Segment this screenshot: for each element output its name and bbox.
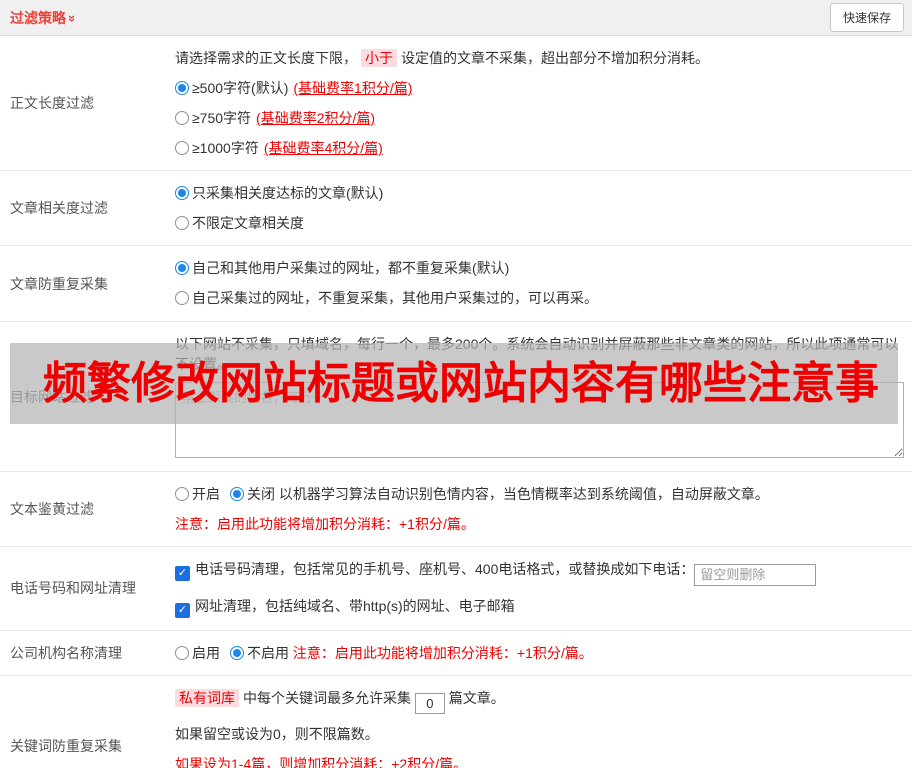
option-label[interactable]: 自己和其他用户采集过的网址，都不重复采集(默认) (192, 260, 509, 276)
row-content: 自己和其他用户采集过的网址，都不重复采集(默认) 自己采集过的网址，不重复采集，… (175, 246, 912, 321)
radio-selected-icon[interactable] (175, 81, 189, 95)
option-label[interactable]: 不限定文章相关度 (192, 215, 304, 231)
porn-cost-note: 注意：启用此功能将增加积分消耗：+1积分/篇。 (175, 516, 475, 532)
relevance-option-strict[interactable]: 只采集相关度达标的文章(默认) (175, 183, 904, 203)
radio-unselected-icon[interactable] (175, 111, 189, 125)
row-label: 电话号码和网址清理 (10, 580, 136, 597)
fee-note: (基础费率1积分/篇) (293, 80, 413, 96)
row-porn-detection: 文本鉴黄过滤 开启 关闭 以机器学习算法自动识别色情内容，当色情概率达到系统阈值，… (0, 472, 912, 547)
row-company-name-cleanup: 公司机构名称清理 启用 不启用 注意：启用此功能将增加积分消耗：+1积分/篇。 (0, 631, 912, 676)
intro-post: 设定值的文章不采集，超出部分不增加积分消耗。 (401, 50, 709, 66)
keyword-limit-tail: 篇文章。 (448, 689, 505, 706)
radio-unselected-icon[interactable] (175, 216, 189, 230)
radio-selected-icon[interactable] (230, 645, 244, 660)
fee-note: (基础费率4积分/篇) (263, 140, 383, 156)
private-lexicon-highlight: 私有词库 (175, 688, 239, 707)
radio-unselected-icon[interactable] (175, 487, 189, 501)
length-option-750[interactable]: ≥750字符 (基础费率2积分/篇) (175, 108, 904, 128)
fee-note: (基础费率2积分/篇) (256, 110, 376, 126)
porn-detection-options: 开启 关闭 以机器学习算法自动识别色情内容，当色情概率达到系统阈值，自动屏蔽文章。 (175, 484, 904, 504)
row-label: 文章防重复采集 (10, 275, 108, 292)
porn-on-label[interactable]: 开启 (192, 486, 220, 502)
phone-cleanup-option[interactable]: ✓ 电话号码清理，包括常见的手机号、座机号、400电话格式，或替换成如下电话： (175, 559, 904, 586)
row-label: 正文长度过滤 (10, 95, 94, 111)
filter-settings-page: 过滤策略» 快速保存 正文长度过滤 请选择需求的正文长度下限， 小于 设定值的文章不… (0, 0, 912, 768)
dedupe-option-own[interactable]: 自己采集过的网址，不重复采集，其他用户采集过的，可以再采。 (175, 288, 904, 308)
porn-desc: 以机器学习算法自动识别色情内容，当色情概率达到系统阈值，自动屏蔽文章。 (278, 486, 769, 502)
porn-off-label[interactable]: 关闭 (247, 486, 275, 502)
row-label: 公司机构名称清理 (10, 644, 122, 661)
row-label: 目标网站过滤 (10, 388, 94, 405)
radio-unselected-icon[interactable] (175, 291, 189, 305)
keyword-limit-line: 私有词库中每个关键词最多允许采集 篇文章。 (175, 688, 904, 714)
less-than-highlight: 小于 (361, 49, 397, 67)
row-content-length-filter: 正文长度过滤 请选择需求的正文长度下限， 小于 设定值的文章不采集，超出部分不增加积… (0, 36, 912, 171)
topbar: 过滤策略» 快速保存 (0, 0, 912, 36)
option-label[interactable]: ≥500字符(默认) (192, 80, 288, 96)
keyword-note-zero: 如果留空或设为0，则不限篇数。 (175, 725, 379, 742)
company-cost-note: 注意：启用此功能将增加积分消耗：+1积分/篇。 (292, 644, 593, 661)
section-title-filter-strategy[interactable]: 过滤策略» (10, 8, 80, 28)
company-cleanup-options: 启用 不启用 注意：启用此功能将增加积分消耗：+1积分/篇。 (175, 643, 904, 663)
section-title-text: 过滤策略 (10, 9, 66, 26)
row-label: 文本鉴黄过滤 (10, 501, 94, 517)
row-content: 私有词库中每个关键词最多允许采集 篇文章。 如果留空或设为0，则不限篇数。 如果… (175, 676, 912, 768)
row-content: 开启 关闭 以机器学习算法自动识别色情内容，当色情概率达到系统阈值，自动屏蔽文章。… (175, 472, 912, 546)
row-content: 以下网站不采集，只填域名，每行一个，最多200个。系统会自动识别并屏蔽那些非文章… (175, 322, 912, 471)
keyword-note-cost: 如果设为1-4篇，则增加积分消耗：+2积分/篇。 (175, 755, 468, 768)
row-label: 关键词防重复采集 (10, 738, 122, 754)
row-phone-url-cleanup: 电话号码和网址清理 ✓ 电话号码清理，包括常见的手机号、座机号、400电话格式，或… (0, 547, 912, 631)
intro-pre: 请选择需求的正文长度下限， (175, 50, 357, 66)
row-target-site-filter: 目标网站过滤 以下网站不采集，只填域名，每行一个，最多200个。系统会自动识别并… (0, 322, 912, 472)
radio-unselected-icon[interactable] (175, 141, 189, 155)
quick-save-button[interactable]: 快速保存 (829, 3, 904, 32)
radio-selected-icon[interactable] (175, 186, 189, 200)
replacement-phone-input[interactable] (694, 563, 817, 586)
checkbox-checked-icon[interactable]: ✓ (175, 566, 190, 581)
keyword-limit-mid: 中每个关键词最多允许采集 (243, 689, 411, 706)
row-content: 请选择需求的正文长度下限， 小于 设定值的文章不采集，超出部分不增加积分消耗。 ≥5… (175, 36, 912, 170)
checkbox-checked-icon[interactable]: ✓ (175, 602, 190, 618)
row-content: 启用 不启用 注意：启用此功能将增加积分消耗：+1积分/篇。 (175, 631, 912, 675)
dedupe-option-global[interactable]: 自己和其他用户采集过的网址，都不重复采集(默认) (175, 258, 904, 278)
option-label[interactable]: ≥750字符 (192, 110, 251, 126)
url-cleanup-label[interactable]: 网址清理，包括纯域名、带http(s)的网址、电子邮箱 (195, 598, 515, 614)
blocked-domains-textarea[interactable] (175, 382, 904, 458)
row-relevance-filter: 文章相关度过滤 只采集相关度达标的文章(默认) 不限定文章相关度 (0, 171, 912, 246)
length-option-1000[interactable]: ≥1000字符 (基础费率4积分/篇) (175, 138, 904, 158)
max-articles-input[interactable] (414, 692, 445, 714)
company-on-label[interactable]: 启用 (192, 645, 220, 661)
chevron-down-icon: » (65, 14, 81, 22)
row-content: 只采集相关度达标的文章(默认) 不限定文章相关度 (175, 171, 912, 245)
radio-selected-icon[interactable] (175, 261, 189, 275)
company-off-label[interactable]: 不启用 (247, 645, 289, 661)
row-keyword-dedupe: 关键词防重复采集 私有词库中每个关键词最多允许采集 篇文章。 如果留空或设为0，… (0, 676, 912, 768)
row-label: 文章相关度过滤 (10, 200, 108, 216)
radio-selected-icon[interactable] (230, 487, 244, 501)
url-cleanup-option[interactable]: ✓ 网址清理，包括纯域名、带http(s)的网址、电子邮箱 (175, 596, 904, 618)
relevance-option-any[interactable]: 不限定文章相关度 (175, 213, 904, 233)
row-anti-duplicate: 文章防重复采集 自己和其他用户采集过的网址，都不重复采集(默认) 自己采集过的网… (0, 246, 912, 322)
row-content: ✓ 电话号码清理，包括常见的手机号、座机号、400电话格式，或替换成如下电话： ✓… (175, 547, 912, 630)
length-option-500[interactable]: ≥500字符(默认) (基础费率1积分/篇) (175, 78, 904, 98)
option-label[interactable]: 自己采集过的网址，不重复采集，其他用户采集过的，可以再采。 (192, 290, 598, 306)
option-label[interactable]: 只采集相关度达标的文章(默认) (192, 185, 383, 201)
radio-unselected-icon[interactable] (175, 645, 189, 660)
phone-cleanup-label[interactable]: 电话号码清理，包括常见的手机号、座机号、400电话格式，或替换成如下电话： (195, 561, 694, 577)
option-label[interactable]: ≥1000字符 (192, 140, 259, 156)
target-site-desc: 以下网站不采集，只填域名，每行一个，最多200个。系统会自动识别并屏蔽那些非文章… (175, 336, 899, 372)
content-length-intro: 请选择需求的正文长度下限， 小于 设定值的文章不采集，超出部分不增加积分消耗。 (175, 48, 904, 68)
